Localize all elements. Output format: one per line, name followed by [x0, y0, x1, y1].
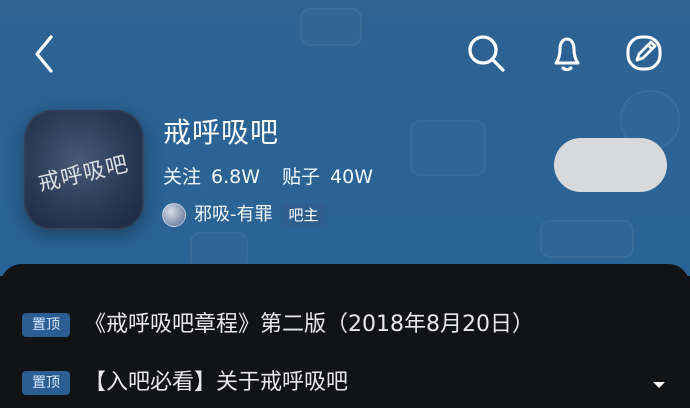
- search-icon: [468, 35, 505, 72]
- background-decoration: [410, 120, 486, 176]
- forum-screen: 戒呼吸吧 戒呼吸吧 关注 6.8W 贴子 40W 邪吸-有罪 吧主 置顶 《戒呼吸吧章…: [0, 0, 690, 408]
- pinned-post-row[interactable]: 置顶 《戒呼吸吧章程》第二版（2018年8月20日）: [0, 304, 690, 350]
- forum-owner[interactable]: 邪吸-有罪 吧主: [162, 202, 327, 228]
- pinned-posts-panel: 置顶 《戒呼吸吧章程》第二版（2018年8月20日） 置顶 【入吧必看】关于戒呼…: [0, 264, 690, 408]
- edit-icon: [626, 35, 662, 71]
- back-button[interactable]: [24, 28, 64, 80]
- notification-button[interactable]: [545, 31, 589, 75]
- chevron-down-icon: [653, 382, 665, 388]
- owner-avatar: [162, 203, 186, 227]
- compose-button[interactable]: [622, 31, 666, 75]
- expand-pinned-posts-button[interactable]: [650, 376, 668, 394]
- follow-label: 关注: [163, 166, 202, 188]
- forum-name: 戒呼吸吧: [163, 116, 280, 149]
- posts-label: 贴子: [282, 166, 321, 188]
- follow-button[interactable]: [554, 138, 667, 192]
- forum-stats: 关注 6.8W 贴子 40W: [163, 164, 373, 190]
- background-decoration: [540, 220, 634, 258]
- forum-avatar: 戒呼吸吧: [24, 110, 144, 230]
- owner-name: 邪吸-有罪: [194, 204, 273, 225]
- back-arrow-icon: [35, 35, 53, 73]
- pinned-badge: 置顶: [22, 313, 70, 337]
- search-button[interactable]: [464, 31, 508, 75]
- forum-header: 戒呼吸吧 戒呼吸吧 关注 6.8W 贴子 40W 邪吸-有罪 吧主: [0, 0, 690, 276]
- pinned-post-title[interactable]: 【入吧必看】关于戒呼吸吧: [84, 364, 348, 402]
- pinned-badge: 置顶: [22, 371, 70, 395]
- forum-avatar-text: 戒呼吸吧: [35, 151, 132, 197]
- posts-count: 40W: [330, 166, 374, 188]
- bell-icon: [554, 37, 580, 72]
- follow-count: 6.8W: [211, 166, 261, 188]
- owner-badge: 吧主: [280, 203, 327, 227]
- pinned-post-title[interactable]: 《戒呼吸吧章程》第二版（2018年8月20日）: [84, 306, 534, 344]
- pinned-post-row[interactable]: 置顶 【入吧必看】关于戒呼吸吧: [0, 362, 690, 408]
- top-navigation: [0, 0, 690, 100]
